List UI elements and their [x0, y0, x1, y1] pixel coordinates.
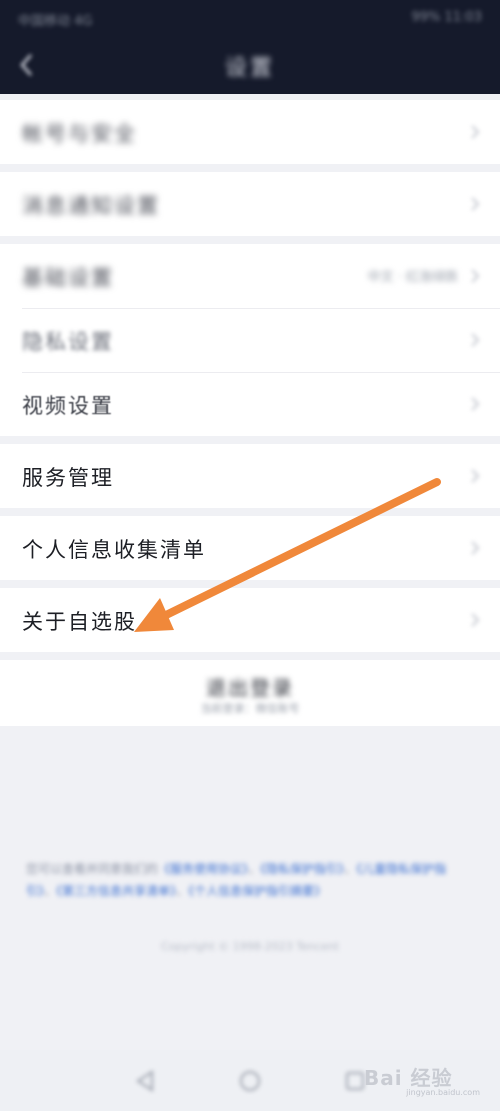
legal-agreements: 您可以查看并同意我们的《服务使用协议》、《隐私保护指引》、《儿童隐私保护指引》、…: [26, 862, 447, 898]
settings-row-account-security[interactable]: 帐号与安全: [0, 100, 500, 164]
navigation-bar: 设置: [0, 36, 500, 94]
settings-group-notifications: 消息通知设置: [0, 172, 500, 236]
row-label: 基础设置: [22, 266, 114, 290]
logout-subtitle: 当前登录：微信账号: [200, 702, 300, 715]
chevron-right-icon: [471, 125, 480, 139]
row-label: 隐私设置: [22, 330, 114, 354]
link-service-agreement[interactable]: 《服务使用协议》: [158, 862, 248, 876]
settings-row-notifications[interactable]: 消息通知设置: [0, 172, 500, 236]
logout-button[interactable]: 退出登录 当前登录：微信账号: [0, 660, 500, 726]
settings-group-account: 帐号与安全: [0, 100, 500, 164]
chevron-right-icon: [471, 397, 480, 411]
chevron-right-icon: [471, 613, 480, 627]
status-bar: 中国移动 4G 99% 11:03: [0, 0, 500, 36]
settings-row-personal-info-list[interactable]: 个人信息收集清单: [0, 516, 500, 580]
logout-title: 退出登录: [206, 676, 294, 700]
settings-row-about[interactable]: 关于自选股: [0, 588, 500, 652]
system-home-icon[interactable]: [237, 1068, 263, 1094]
settings-group-about: 关于自选股: [0, 588, 500, 652]
settings-group-personal-info: 个人信息收集清单: [0, 516, 500, 580]
row-value: 中文 · 红涨绿跌: [367, 270, 458, 285]
row-label: 个人信息收集清单: [22, 538, 206, 562]
copyright-text: Copyright © 1998-2023 Tencent: [161, 940, 339, 953]
settings-row-basic[interactable]: 基础设置 中文 · 红涨绿跌: [0, 244, 500, 308]
row-label: 关于自选股: [22, 610, 137, 634]
settings-group-general: 基础设置 中文 · 红涨绿跌 隐私设置 视频设置: [0, 244, 500, 436]
watermark-url: jingyan.baidu.com: [406, 1088, 480, 1097]
chevron-right-icon: [471, 541, 480, 555]
settings-row-service-management[interactable]: 服务管理: [0, 444, 500, 508]
settings-row-privacy[interactable]: 隐私设置: [0, 308, 500, 372]
settings-group-service: 服务管理: [0, 444, 500, 508]
chevron-right-icon: [471, 469, 480, 483]
chevron-right-icon: [471, 197, 480, 211]
watermark-logo: Bai 经验 jingyan.baidu.com: [364, 1062, 484, 1102]
link-third-party-list[interactable]: 《第三方信息共享清单》: [56, 884, 176, 898]
row-label: 服务管理: [22, 466, 114, 490]
page-title: 设置: [224, 56, 275, 81]
legal-prefix: 您可以查看并同意我们的: [26, 862, 159, 876]
row-label: 视频设置: [22, 394, 114, 418]
chevron-right-icon: [471, 333, 480, 347]
row-label: 消息通知设置: [22, 194, 160, 218]
watermark-text: Bai 经验: [364, 1066, 453, 1090]
settings-screen: 中国移动 4G 99% 11:03 设置 帐号与安全 消息通知设置 基础设置 中…: [0, 0, 500, 1111]
settings-row-video[interactable]: 视频设置: [0, 372, 500, 436]
row-label: 帐号与安全: [22, 122, 137, 146]
link-privacy-summary[interactable]: 《个人信息保护指引摘要》: [188, 884, 326, 898]
link-privacy-guide[interactable]: 《隐私保护指引》: [260, 862, 344, 876]
chevron-right-icon: [471, 269, 480, 283]
status-battery-time: 99% 11:03: [411, 10, 483, 25]
status-carrier: 中国移动 4G: [18, 14, 93, 29]
system-back-icon[interactable]: [132, 1068, 158, 1094]
